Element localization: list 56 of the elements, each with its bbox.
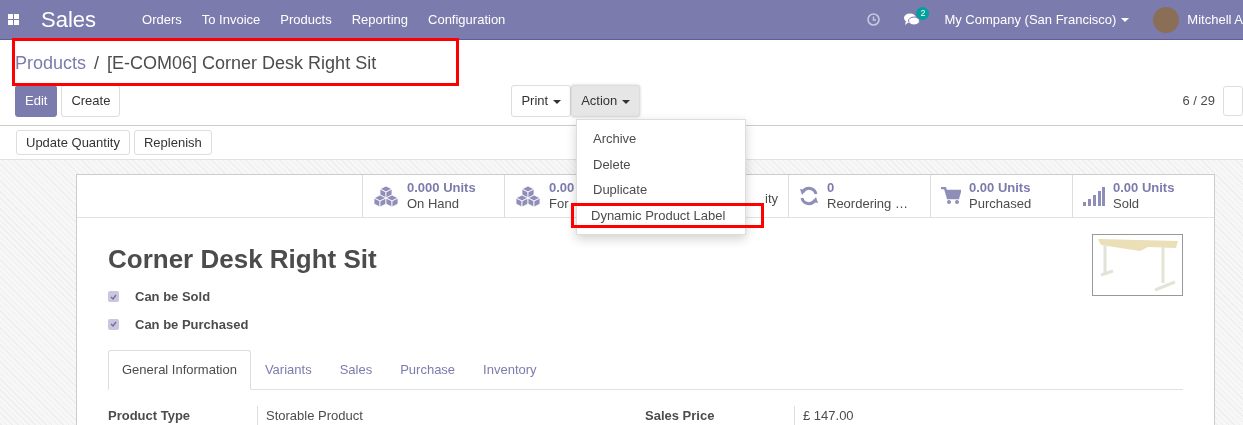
field-label: Product Type <box>108 405 258 425</box>
signal-bars-icon <box>1083 186 1105 206</box>
product-name: Corner Desk Right Sit <box>108 243 377 276</box>
menu-item[interactable]: Orders <box>142 9 182 30</box>
field-value: £ 147.00 <box>802 406 854 425</box>
edit-button[interactable]: Edit <box>15 85 58 117</box>
header-button[interactable]: Update Quantity <box>16 129 130 155</box>
menu-item[interactable]: Dynamic Product Label <box>571 202 764 228</box>
breadcrumb-current: [E-COM06] Corner Desk Right Sit <box>107 53 377 73</box>
boxes-icon <box>373 185 399 207</box>
menu-item[interactable]: To Invoice <box>201 9 261 30</box>
dropdown-button[interactable]: Print <box>511 85 572 117</box>
tab[interactable]: General Information <box>108 350 251 390</box>
field-label: Sales Price <box>645 405 795 425</box>
menu-item[interactable]: Delete <box>577 151 745 177</box>
message-count-badge: 2 <box>916 7 930 20</box>
menu-item[interactable]: Reporting <box>351 9 408 30</box>
breadcrumb-separator: / <box>94 53 100 73</box>
company-switcher[interactable]: My Company (San Francisco) <box>944 9 1130 30</box>
apps-menu-icon <box>8 14 19 25</box>
header-button[interactable]: Replenish <box>133 129 212 155</box>
stat-value: 0.00 <box>549 180 575 196</box>
breadcrumb-link[interactable]: Products <box>15 53 87 73</box>
checkbox-label: Can be Sold <box>135 288 211 306</box>
menu-item[interactable]: Configuration <box>428 9 506 30</box>
pager-counter: 6 / 29 <box>1182 92 1215 110</box>
dropdown-button[interactable]: Action <box>571 85 641 117</box>
stat-value: 0 <box>827 180 836 196</box>
boxes-icon <box>515 185 541 207</box>
tab[interactable]: Variants <box>250 350 326 390</box>
stat-label: Sold <box>1113 196 1141 212</box>
stat-label: Purchased <box>969 196 1032 212</box>
stat-value: 0.000 Units <box>407 180 476 196</box>
checkbox[interactable] <box>108 291 119 303</box>
menu-item[interactable]: Archive <box>577 126 745 152</box>
stat-value: 0.00 Units <box>969 180 1032 196</box>
cart-icon <box>941 187 961 205</box>
chat-icon <box>904 13 921 26</box>
field-value: Storable Product <box>265 406 363 425</box>
tab[interactable]: Sales <box>325 350 387 390</box>
clock-icon <box>867 13 881 26</box>
menu-item[interactable]: Products <box>280 9 332 30</box>
checkbox-label: Can be Purchased <box>135 315 249 334</box>
stat-label: For <box>549 196 570 212</box>
stat-value: 0.00 Units <box>1113 180 1175 196</box>
stat-label: ity <box>765 191 778 207</box>
user-name[interactable]: Mitchell A <box>1187 9 1243 30</box>
app-name: Sales <box>41 6 97 34</box>
refresh-icon <box>799 186 819 206</box>
create-button[interactable]: Create <box>61 85 121 117</box>
stat-label: Reordering … <box>827 196 908 212</box>
stat-label: On Hand <box>407 196 461 212</box>
menu-item[interactable]: Duplicate <box>577 177 745 203</box>
tab[interactable]: Inventory <box>469 350 551 390</box>
checkbox[interactable] <box>108 318 119 330</box>
tab[interactable]: Purchase <box>386 350 470 390</box>
